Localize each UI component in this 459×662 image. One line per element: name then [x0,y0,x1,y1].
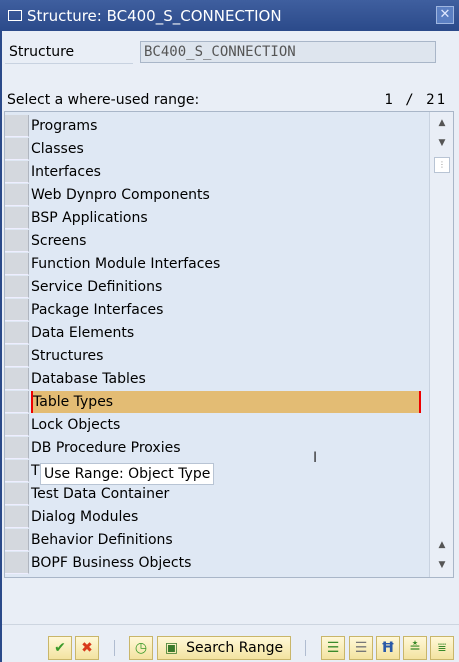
row-selector[interactable] [5,298,29,321]
list-item[interactable]: BOPF Business Objects [5,551,421,574]
row-selector[interactable] [5,413,29,436]
list-item-label: Behavior Definitions [31,531,173,548]
filter-button[interactable]: ⩸ [430,636,454,660]
list-item-label: Function Module Interfaces [31,255,221,272]
history-button[interactable]: ◷ [129,636,153,660]
page-up-icon[interactable]: ▲ [434,538,450,552]
close-button[interactable]: ✕ [436,6,454,24]
list-item-label: Service Definitions [31,278,163,295]
scroll-down-icon[interactable]: ▼ [434,136,450,150]
list-item-label: T [31,462,40,479]
row-selector[interactable] [5,367,29,390]
list-item-label: Test Data Container [31,485,170,502]
search-range-label: Search Range [186,640,284,656]
row-selector[interactable] [5,206,29,229]
list-item-label: BOPF Business Objects [31,554,192,571]
row-selector[interactable] [5,229,29,252]
filter-icon: ⩸ [437,640,447,656]
window-title: Structure: BC400_S_CONNECTION [27,6,282,25]
structure-label: Structure [5,40,133,64]
list-item[interactable]: Classes [5,137,421,160]
row-selector[interactable] [5,137,29,160]
cancel-button[interactable]: ✖ [75,636,99,660]
title-bar: Structure: BC400_S_CONNECTION ✕ [0,0,459,31]
list-item-label: DB Procedure Proxies [31,439,181,456]
list-item-label: Lock Objects [31,416,121,433]
search-range-button[interactable]: ▣ Search Range [157,636,291,660]
check-icon: ✔ [54,640,66,656]
search-range-icon: ▣ [164,640,179,656]
list-item-label: Package Interfaces [31,301,164,318]
cancel-x-icon: ✖ [81,640,93,656]
list-item-label: Web Dynpro Components [31,186,210,203]
list-item[interactable]: Test Data Container [5,482,421,505]
list-item[interactable]: Web Dynpro Components [5,183,421,206]
clock-check-icon: ◷ [134,640,148,656]
row-selector[interactable] [5,551,29,574]
list-item-label: Database Tables [31,370,146,387]
where-used-range-list: ▲ ▼ ⋮ ▲ ▼ Programs Classes Interfaces Web D… [4,111,454,578]
list-item[interactable]: Screens [5,229,421,252]
list-item[interactable]: Function Module Interfaces [5,252,421,275]
list-item-label: Structures [31,347,104,364]
list-item-label: Table Types [31,390,421,413]
find-button[interactable]: Ħ [376,636,400,660]
row-selector[interactable] [5,505,29,528]
list-item[interactable]: Database Tables [5,367,421,390]
select-all-button[interactable]: ☰ [321,636,345,660]
list-item-label: Dialog Modules [31,508,139,525]
row-selector[interactable] [5,321,29,344]
list-item[interactable]: Lock Objects [5,413,421,436]
select-all-icon: ☰ [326,640,340,656]
list-item[interactable]: Dialog Modules [5,505,421,528]
deselect-all-button[interactable]: ☰ [349,636,373,660]
row-selector[interactable] [5,252,29,275]
list-item-label: Interfaces [31,163,101,180]
row-selector[interactable] [5,160,29,183]
list-item[interactable]: DB Procedure Proxies [5,436,421,459]
list-item[interactable]: Structures [5,344,421,367]
tooltip: Use Range: Object Type [40,463,215,485]
list-item-label: Screens [31,232,87,249]
list-item[interactable]: Data Elements [5,321,421,344]
confirm-button[interactable]: ✔ [48,636,72,660]
page-counter: 1 / 21 [384,92,447,108]
row-selector[interactable] [5,344,29,367]
list-item-label: Data Elements [31,324,135,341]
list-item[interactable]: Behavior Definitions [5,528,421,551]
binoculars-icon: Ħ [381,640,395,656]
row-selector[interactable] [5,114,29,137]
text-cursor-icon: I [313,450,318,466]
divider [2,624,459,625]
page-down-icon[interactable]: ▼ [434,558,450,572]
list-item-label: Programs [31,117,98,134]
list-item[interactable]: Service Definitions [5,275,421,298]
row-selector[interactable] [5,459,29,482]
scroll-up-icon[interactable]: ▲ [434,116,450,130]
row-selector[interactable] [5,528,29,551]
row-selector[interactable] [5,183,29,206]
list-item[interactable]: Interfaces [5,160,421,183]
row-selector[interactable] [5,275,29,298]
separator [114,640,115,656]
vertical-scrollbar[interactable]: ▲ ▼ ⋮ ▲ ▼ [429,112,453,577]
window-icon [8,10,22,21]
list-item[interactable]: Programs [5,114,421,137]
deselect-all-icon: ☰ [354,640,368,656]
list-item[interactable]: Package Interfaces [5,298,421,321]
row-selector[interactable] [5,482,29,505]
list-item-label: BSP Applications [31,209,148,226]
list-item[interactable]: BSP Applications [5,206,421,229]
list-item-label: Classes [31,140,84,157]
list-item[interactable]: Table Types [5,390,421,413]
separator [305,640,306,656]
structure-field[interactable]: BC400_S_CONNECTION [140,41,436,63]
sort-ascending-icon: ≛ [409,640,421,656]
row-selector[interactable] [5,436,29,459]
select-range-label: Select a where-used range: [7,92,200,108]
row-selector[interactable] [5,390,29,413]
sort-ascending-button[interactable]: ≛ [403,636,427,660]
scroll-thumb[interactable]: ⋮ [434,157,450,173]
